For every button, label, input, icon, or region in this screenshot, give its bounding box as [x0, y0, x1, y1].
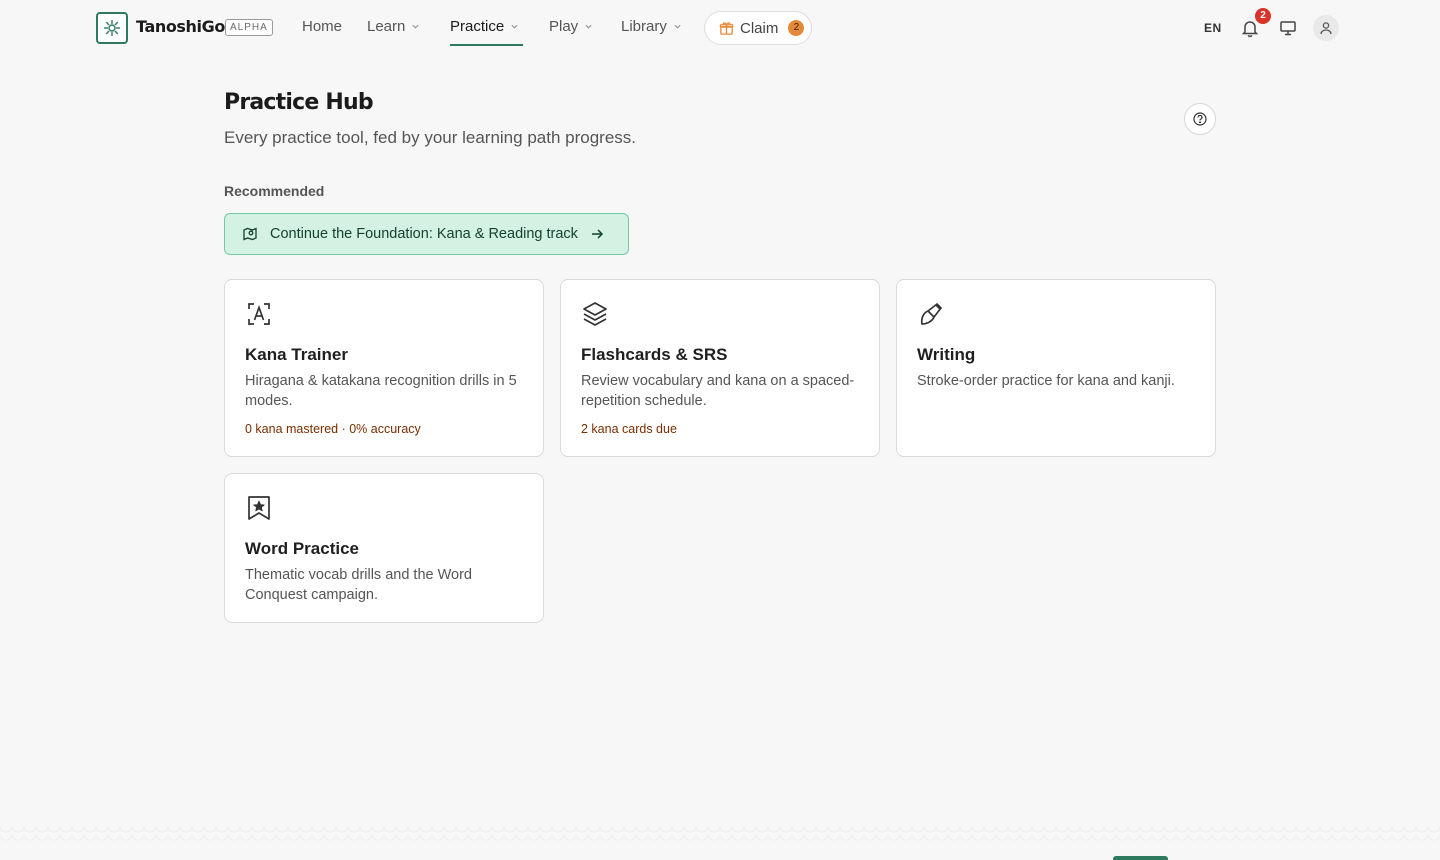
card-title: Writing	[917, 345, 976, 364]
nav-practice-label: Practice	[450, 18, 505, 35]
bookmark-star-icon	[248, 496, 270, 520]
brand-name[interactable]: TanoshiGo	[136, 17, 225, 36]
card-kana-trainer[interactable]: Kana Trainer Hiragana & katakana recogni…	[224, 279, 544, 457]
claim-count-badge: 2	[788, 20, 805, 36]
card-word-practice[interactable]: Word Practice Thematic vocab drills and …	[224, 473, 544, 623]
user-avatar[interactable]	[1313, 15, 1339, 41]
nav-home-label: Home	[302, 18, 343, 35]
user-icon	[1320, 22, 1332, 35]
nav-practice[interactable]: Practice	[450, 18, 519, 35]
card-title: Kana Trainer	[245, 345, 348, 364]
page-subtitle: Every practice tool, fed by your learnin…	[224, 128, 636, 147]
language-selector[interactable]: EN	[1204, 21, 1222, 35]
nav-library[interactable]: Library	[621, 18, 682, 35]
nav-play-label: Play	[549, 18, 579, 35]
continue-track-button[interactable]: Continue the Foundation: Kana & Reading …	[224, 213, 629, 255]
card-description: Stroke-order practice for kana and kanji…	[917, 373, 1175, 389]
card-description: Hiragana & katakana recognition drills i…	[245, 373, 517, 409]
alpha-badge: ALPHA	[225, 19, 273, 36]
logo-icon[interactable]	[96, 12, 128, 44]
nav-play[interactable]: Play	[549, 18, 593, 35]
kana-icon	[248, 303, 270, 325]
nav-learn[interactable]: Learn	[367, 18, 420, 35]
map-pin-icon	[243, 227, 257, 241]
top-navbar: TanoshiGo ALPHA Home Learn Practice Play…	[0, 0, 1440, 56]
card-description: Review vocabulary and kana on a spaced-r…	[581, 373, 855, 409]
footer-bar	[0, 842, 1440, 860]
active-nav-indicator	[450, 44, 523, 46]
arrow-right-icon	[591, 229, 603, 239]
continue-track-label: Continue the Foundation: Kana & Reading …	[270, 226, 578, 242]
chevron-down-icon	[412, 24, 419, 29]
footer-action-button[interactable]	[1113, 856, 1168, 860]
monitor-icon[interactable]	[1279, 19, 1297, 37]
recommended-label: Recommended	[224, 183, 325, 199]
question-circle-icon	[1193, 112, 1207, 126]
claim-label: Claim	[740, 19, 779, 37]
page-title: Practice Hub	[224, 90, 374, 115]
card-title: Word Practice	[245, 539, 360, 558]
nav-home[interactable]: Home	[302, 18, 342, 35]
claim-button[interactable]: Claim 2	[704, 11, 812, 45]
notification-count-badge: 2	[1255, 8, 1271, 24]
card-stat: 0 kana mastered · 0% accuracy	[245, 422, 421, 436]
card-description: Thematic vocab drills and the Word Conqu…	[245, 567, 473, 603]
nav-library-label: Library	[621, 18, 667, 35]
card-flashcards-srs[interactable]: Flashcards & SRS Review vocabulary and k…	[560, 279, 880, 457]
nav-learn-label: Learn	[367, 18, 406, 35]
chevron-down-icon	[585, 24, 592, 29]
brush-icon	[920, 303, 942, 325]
gift-icon	[719, 21, 734, 35]
card-title: Flashcards & SRS	[581, 345, 728, 364]
chevron-down-icon	[674, 24, 681, 29]
card-stat: 2 kana cards due	[581, 422, 677, 436]
chevron-down-icon	[511, 24, 518, 29]
help-button[interactable]	[1184, 103, 1216, 135]
layers-icon	[583, 302, 607, 326]
footer-wave-pattern	[0, 826, 1440, 842]
card-writing[interactable]: Writing Stroke-order practice for kana a…	[896, 279, 1216, 457]
